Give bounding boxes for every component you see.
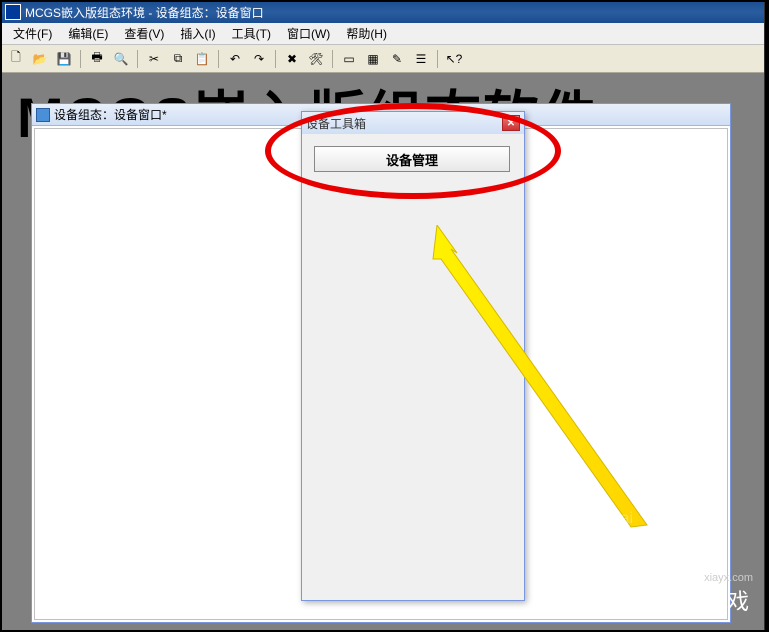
watermark-main2: 游戏 [701, 584, 753, 616]
grid-icon[interactable]: ▦ [362, 48, 384, 70]
toolbar-separator [275, 50, 276, 68]
child-window-title: 设备组态：设备窗口* [54, 106, 167, 123]
toolbar-separator [332, 50, 333, 68]
child-window-icon [36, 108, 50, 122]
copy-icon[interactable]: ⧉ [167, 48, 189, 70]
toolbar-separator [137, 50, 138, 68]
new-icon[interactable]: 🗋 [5, 48, 27, 70]
toolbar-separator [437, 50, 438, 68]
menu-view[interactable]: 查看(V) [116, 23, 172, 44]
paste-icon[interactable]: 📋 [191, 48, 213, 70]
device-toolbox-window: 设备工具箱 ✕ 设备管理 [301, 111, 525, 601]
menu-insert[interactable]: 插入(I) [172, 23, 223, 44]
watermark: Bai 经验 jingyan.baidu.com 侠 xiayx.com 游戏 [655, 564, 753, 616]
menu-file[interactable]: 文件(F) [5, 23, 60, 44]
print-preview-icon[interactable]: 🔍 [110, 48, 132, 70]
window-title: MCGS嵌入版组态环境 - 设备组态：设备窗口 [25, 4, 264, 21]
window-icon[interactable]: ▭ [338, 48, 360, 70]
main-titlebar: MCGS嵌入版组态环境 - 设备组态：设备窗口 [1, 1, 764, 23]
watermark-url: xiayx.com [701, 572, 753, 584]
device-management-button[interactable]: 设备管理 [314, 146, 510, 172]
menu-tools[interactable]: 工具(T) [224, 23, 279, 44]
watermark-baidu: Bai 经验 [610, 510, 633, 576]
settings-icon[interactable]: 🛠 [305, 48, 327, 70]
toolbox-title: 设备工具箱 [306, 115, 502, 132]
app-icon [5, 4, 21, 20]
open-icon[interactable]: 📂 [29, 48, 51, 70]
toolbar-separator [218, 50, 219, 68]
props-icon[interactable]: ✎ [386, 48, 408, 70]
help-pointer-icon[interactable]: ↖? [443, 48, 465, 70]
menu-window[interactable]: 窗口(W) [279, 23, 338, 44]
cut-icon[interactable]: ✂ [143, 48, 165, 70]
redo-icon[interactable]: ↷ [248, 48, 270, 70]
print-icon[interactable]: 🖶 [86, 48, 108, 70]
close-icon[interactable]: ✕ [502, 115, 520, 131]
menu-edit[interactable]: 编辑(E) [60, 23, 116, 44]
menu-help[interactable]: 帮助(H) [338, 23, 395, 44]
watermark-main1: 侠 [655, 573, 693, 613]
tools-icon[interactable]: ✖ [281, 48, 303, 70]
toolbox-content: 设备管理 [302, 134, 524, 184]
toolbox-titlebar[interactable]: 设备工具箱 ✕ [302, 112, 524, 134]
save-icon[interactable]: 💾 [53, 48, 75, 70]
toolbar: 🗋📂💾 🖶🔍 ✂⧉📋 ↶↷ ✖🛠 ▭▦✎☰ ↖? [1, 45, 764, 73]
watermark-baidu-url: jingyan.baidu.com [582, 581, 663, 592]
list-icon[interactable]: ☰ [410, 48, 432, 70]
main-window: MCGS嵌入版组态环境 - 设备组态：设备窗口 文件(F) 编辑(E) 查看(V… [0, 0, 765, 632]
toolbar-separator [80, 50, 81, 68]
workspace: MCGS嵌入版组态软件 设备组态：设备窗口* 设备工具箱 ✕ 设备管理 [1, 73, 764, 631]
menubar: 文件(F) 编辑(E) 查看(V) 插入(I) 工具(T) 窗口(W) 帮助(H… [1, 23, 764, 45]
undo-icon[interactable]: ↶ [224, 48, 246, 70]
